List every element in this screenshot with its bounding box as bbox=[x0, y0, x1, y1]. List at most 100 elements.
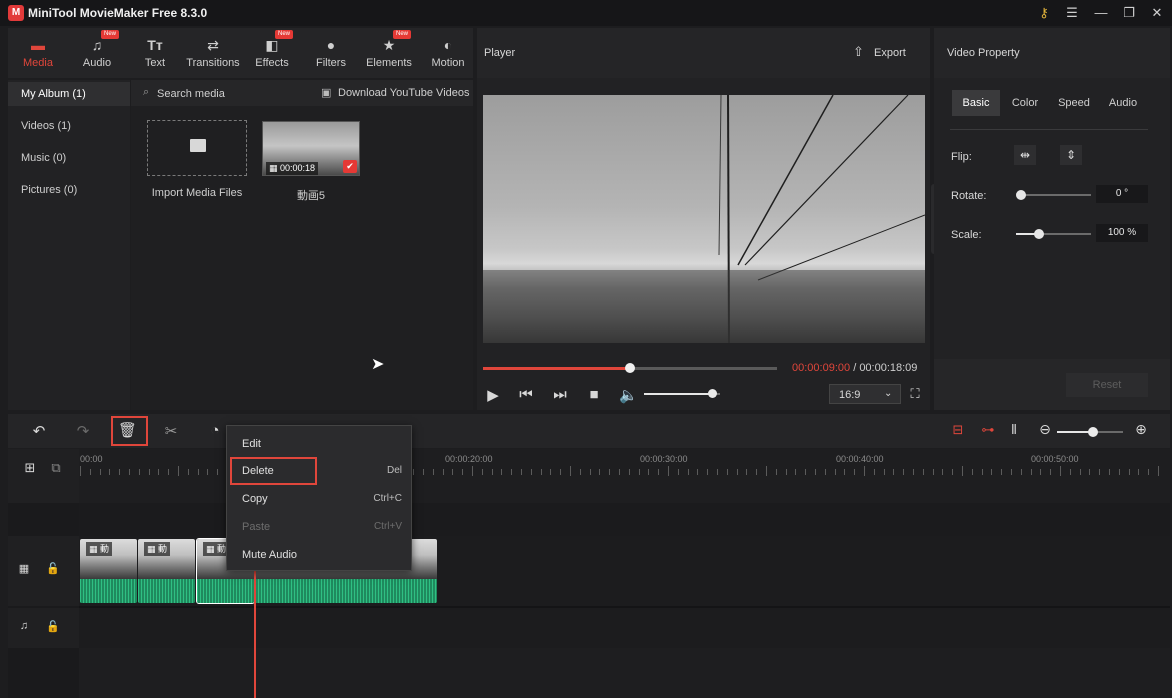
tab-media[interactable]: ▬ Media bbox=[9, 28, 67, 78]
ruler-tick bbox=[1040, 469, 1042, 475]
delete-highlight bbox=[111, 416, 148, 446]
download-youtube-button[interactable]: Download YouTube Videos bbox=[338, 87, 470, 99]
timeline-clip[interactable]: ▦ 動 bbox=[80, 539, 137, 603]
scale-slider[interactable] bbox=[1016, 229, 1091, 239]
menu-item-copy[interactable]: Copy Ctrl+C bbox=[227, 487, 413, 511]
search-icon: ⌕ bbox=[143, 86, 150, 98]
audio-track bbox=[79, 608, 1170, 648]
menu-item-mute-audio[interactable]: Mute Audio bbox=[227, 543, 413, 567]
ruler-tick bbox=[1089, 469, 1091, 475]
sidebar-item-my-album[interactable]: My Album (1) bbox=[21, 88, 86, 100]
tab-speed[interactable]: Speed bbox=[1049, 90, 1099, 116]
maximize-icon[interactable]: ❐ bbox=[1115, 0, 1143, 26]
volume-handle[interactable] bbox=[707, 389, 717, 398]
speed-gauge-icon[interactable]: ◔ bbox=[206, 422, 224, 439]
ruler-label: 00:00:20:00 bbox=[445, 454, 493, 464]
music-note-icon: ♫ bbox=[91, 37, 103, 53]
ruler-tick bbox=[148, 469, 150, 475]
ruler-tick bbox=[99, 469, 101, 475]
zoom-slider[interactable] bbox=[1057, 427, 1123, 437]
property-header: Video Property bbox=[934, 28, 1170, 78]
ruler-tick bbox=[638, 469, 640, 475]
tab-audio-property[interactable]: Audio bbox=[1099, 90, 1147, 116]
clip-audio-wave bbox=[80, 579, 137, 603]
import-media-button[interactable] bbox=[147, 120, 247, 176]
scale-handle[interactable] bbox=[1034, 229, 1044, 239]
filters-icon: ● bbox=[326, 37, 336, 53]
tab-effects-label: Effects bbox=[255, 57, 289, 69]
play-icon[interactable]: ▶ bbox=[485, 386, 501, 404]
aspect-ratio-select[interactable]: 16:9 ⌄ bbox=[829, 384, 901, 404]
tab-filters-label: Filters bbox=[316, 57, 346, 69]
progress-handle[interactable] bbox=[625, 363, 635, 373]
ruler-tick bbox=[1030, 469, 1032, 475]
ruler-tick bbox=[903, 469, 905, 475]
zoom-in-icon[interactable]: ⊕ bbox=[1133, 421, 1149, 438]
tab-motion[interactable]: ◐ Motion bbox=[419, 28, 477, 78]
tab-basic[interactable]: Basic bbox=[952, 90, 1000, 116]
export-button[interactable]: Export bbox=[874, 47, 906, 59]
snap-icon[interactable]: ⦀ bbox=[1005, 422, 1023, 438]
ruler-tick bbox=[746, 469, 748, 475]
player-title: Player bbox=[484, 47, 516, 59]
flip-vertical-icon[interactable]: ⇕ bbox=[1060, 145, 1082, 165]
tab-audio[interactable]: ♫ New Audio bbox=[68, 28, 126, 78]
tab-text[interactable]: Tт Text bbox=[126, 28, 184, 78]
rotate-slider[interactable] bbox=[1016, 190, 1091, 200]
redo-icon[interactable]: ↷ bbox=[74, 422, 92, 440]
sidebar-item-pictures[interactable]: Pictures (0) bbox=[21, 184, 77, 196]
album-sidebar: My Album (1) Videos (1) Music (0) Pictur… bbox=[8, 80, 130, 410]
ruler-tick bbox=[1109, 469, 1110, 475]
elements-icon: ★ bbox=[382, 37, 396, 53]
zoom-handle[interactable] bbox=[1088, 427, 1098, 437]
scissors-icon[interactable]: ✂ bbox=[162, 422, 180, 440]
minimize-icon[interactable]: — bbox=[1087, 0, 1115, 26]
media-clip-thumbnail[interactable]: ▦ 00:00:18 ✔ bbox=[262, 121, 360, 176]
sidebar-item-music[interactable]: Music (0) bbox=[21, 152, 66, 164]
fullscreen-icon[interactable]: ⛶ bbox=[907, 386, 923, 402]
volume-icon[interactable]: 🔈 bbox=[619, 386, 638, 404]
link-icon[interactable]: ⊶ bbox=[979, 422, 997, 438]
rotate-value-field[interactable]: 0 ° bbox=[1096, 185, 1148, 203]
ruler-tick bbox=[168, 469, 170, 475]
rotate-handle[interactable] bbox=[1016, 190, 1026, 200]
ruler-tick bbox=[883, 469, 885, 475]
timeline-clip[interactable]: ▦ 動 bbox=[138, 539, 195, 603]
previous-frame-icon[interactable]: ⏮ bbox=[518, 386, 534, 403]
ruler-tick bbox=[834, 469, 836, 475]
close-icon[interactable]: ✕ bbox=[1143, 0, 1171, 26]
tab-filters[interactable]: ● Filters bbox=[302, 28, 360, 78]
stop-icon[interactable]: ■ bbox=[586, 386, 602, 403]
ruler-tick bbox=[491, 469, 493, 475]
reset-button[interactable]: Reset bbox=[1066, 373, 1148, 397]
ruler-tick bbox=[824, 469, 826, 475]
undo-icon[interactable]: ↶ bbox=[30, 422, 48, 440]
scale-value-field[interactable]: 100 % bbox=[1096, 224, 1148, 242]
zoom-out-icon[interactable]: ⊖ bbox=[1037, 421, 1053, 438]
tab-elements[interactable]: ★ New Elements bbox=[360, 28, 418, 78]
ruler-tick bbox=[648, 469, 650, 475]
media-library: ⌕ Search media ▣ Download YouTube Videos… bbox=[131, 80, 473, 410]
split-track-icon[interactable]: ⊟ bbox=[949, 422, 967, 438]
copy-track-icon[interactable]: ⧉ bbox=[48, 460, 64, 476]
menu-icon[interactable]: ☰ bbox=[1058, 0, 1086, 26]
progress-bar[interactable] bbox=[483, 363, 777, 373]
add-track-icon[interactable]: ⊞ bbox=[22, 460, 38, 476]
clip-label: ▦ 動 bbox=[86, 542, 113, 556]
volume-slider[interactable] bbox=[644, 389, 720, 398]
clip-duration-badge: ▦ 00:00:18 bbox=[266, 162, 319, 175]
lock-icon[interactable]: 🔓 bbox=[46, 620, 60, 633]
menu-item-edit[interactable]: Edit bbox=[227, 432, 413, 456]
ruler-tick bbox=[1050, 469, 1052, 475]
key-icon[interactable]: ⚷ bbox=[1030, 0, 1058, 26]
tab-transitions[interactable]: ⇄ Transitions bbox=[184, 28, 242, 78]
search-input[interactable]: Search media bbox=[157, 88, 225, 100]
lock-icon[interactable]: 🔓 bbox=[46, 562, 60, 575]
tab-effects[interactable]: ◧ New Effects bbox=[243, 28, 301, 78]
tab-color[interactable]: Color bbox=[1001, 90, 1049, 116]
flip-horizontal-icon[interactable]: ⇹ bbox=[1014, 145, 1036, 165]
ruler-tick bbox=[854, 469, 856, 475]
ruler-tick bbox=[766, 466, 767, 476]
next-frame-icon[interactable]: ⏭ bbox=[552, 386, 568, 403]
sidebar-item-videos[interactable]: Videos (1) bbox=[21, 120, 71, 132]
